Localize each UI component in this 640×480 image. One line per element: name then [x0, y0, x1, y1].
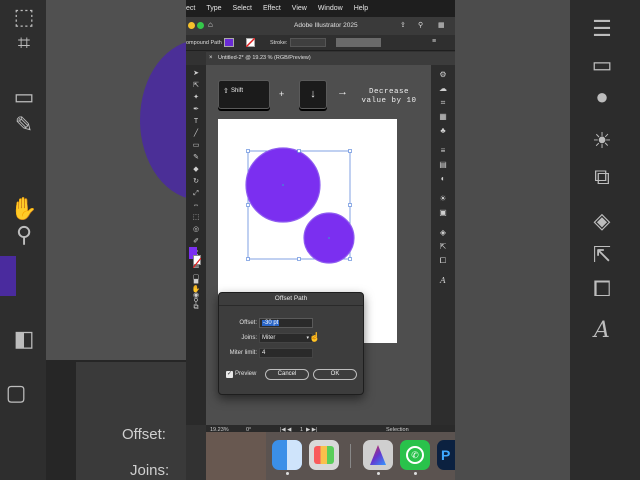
- plus-sign: +: [279, 89, 285, 99]
- small-circle-center: [328, 237, 330, 239]
- offset-label: Offset:: [239, 320, 257, 326]
- ok-button[interactable]: OK: [313, 369, 357, 380]
- finder-icon-face: [287, 440, 302, 470]
- miter-limit-label: Miter limit:: [229, 350, 257, 356]
- dock-divider: [350, 444, 351, 468]
- overlay-caption-line2: value by 10: [361, 97, 417, 105]
- background-type-icon: A: [594, 318, 610, 343]
- whatsapp-icon[interactable]: ✆: [400, 440, 430, 470]
- screen: Offset: Joins: ⬚ ⌗ ▭ ✎ ✋ ⚲ ◧ ▢ ☰ ▭ ● ☀ ⧉…: [0, 0, 640, 480]
- background-fill-swatch: [0, 256, 16, 296]
- background-joins-label: Joins:: [130, 462, 170, 479]
- handle-bottom-left[interactable]: [246, 257, 250, 261]
- dialog-title: Offset Path: [274, 295, 308, 302]
- shift-key-label: Shift: [231, 88, 244, 94]
- handle-top-left[interactable]: [246, 149, 250, 153]
- preview-checkbox[interactable]: ✓: [226, 371, 233, 378]
- joins-select[interactable]: Miter ▾: [259, 333, 313, 343]
- background-export-icon: ⇱: [592, 242, 612, 267]
- shift-key: ⇧ Shift: [218, 80, 270, 109]
- artwork-layer: [245, 147, 355, 264]
- background-artboards-icon: ⧠: [593, 276, 611, 301]
- down-arrow-key: ↓: [299, 80, 327, 109]
- right-arrow-sign: →: [337, 86, 348, 98]
- background-eyedropper-icon: ✎: [14, 112, 34, 137]
- whatsapp-running-dot: [414, 472, 417, 475]
- offset-path-dialog: Offset Path Offset: -30 pt Joins: Miter …: [218, 292, 364, 395]
- background-transform-icon: ⌗: [17, 30, 31, 55]
- background-swap-icon: ◧: [13, 326, 35, 351]
- background-select-icon: ⬚: [13, 4, 35, 29]
- miter-limit-input[interactable]: 4: [259, 348, 313, 358]
- background-rect-icon: ▭: [13, 84, 35, 109]
- overlay-caption-line1: Decrease: [368, 88, 409, 96]
- launchpad-icon[interactable]: [309, 440, 339, 470]
- background-color-icon: ●: [595, 84, 609, 109]
- background-right-canvas: [455, 0, 570, 480]
- background-menu-icon: ☰: [592, 16, 612, 41]
- background-panel-icon: ▭: [591, 52, 613, 77]
- photoshop-icon[interactable]: P: [437, 440, 455, 470]
- affinity-icon[interactable]: [363, 440, 393, 470]
- background-zoom-icon: ⚲: [15, 222, 33, 247]
- cancel-button[interactable]: Cancel: [265, 369, 309, 380]
- affinity-logo: [370, 445, 386, 465]
- large-circle-center: [282, 184, 284, 186]
- offset-input[interactable]: -30 pt: [259, 318, 313, 328]
- preview-label: Preview: [235, 371, 257, 377]
- handle-top-right[interactable]: [348, 149, 352, 153]
- finder-running-dot: [286, 472, 289, 475]
- joins-label: Joins:: [241, 335, 257, 341]
- finder-icon[interactable]: [272, 440, 302, 470]
- handle-bottom-right[interactable]: [348, 257, 352, 261]
- mouse-cursor-icon: ☝: [309, 332, 321, 342]
- handle-bottom-middle[interactable]: [297, 257, 301, 261]
- background-offset-label: Offset:: [122, 426, 166, 443]
- background-hand-icon: ✋: [10, 196, 38, 221]
- illustrator-window: ect Type Select Effect View Window Help …: [186, 0, 455, 480]
- handle-middle-left[interactable]: [246, 203, 250, 207]
- background-align-icon: ⧉: [594, 164, 610, 189]
- whatsapp-phone-icon: ✆: [406, 446, 424, 464]
- handle-top-middle[interactable]: [297, 149, 301, 153]
- dock-wallpaper-art: [206, 432, 266, 480]
- joins-value: Miter: [262, 335, 276, 341]
- handle-middle-right[interactable]: [348, 203, 352, 207]
- background-layers-icon: ◈: [593, 208, 611, 233]
- offset-value: -30 pt: [262, 320, 280, 326]
- overlay-caption: Decrease value by 10: [354, 88, 424, 106]
- dialog-title-divider: [219, 305, 363, 306]
- affinity-running-dot: [377, 472, 380, 475]
- launchpad-grid: [314, 446, 334, 464]
- background-artboard-icon: ▢: [5, 380, 27, 405]
- shift-arrow-icon: ⇧: [223, 88, 229, 95]
- background-sun-icon: ☀: [592, 128, 612, 153]
